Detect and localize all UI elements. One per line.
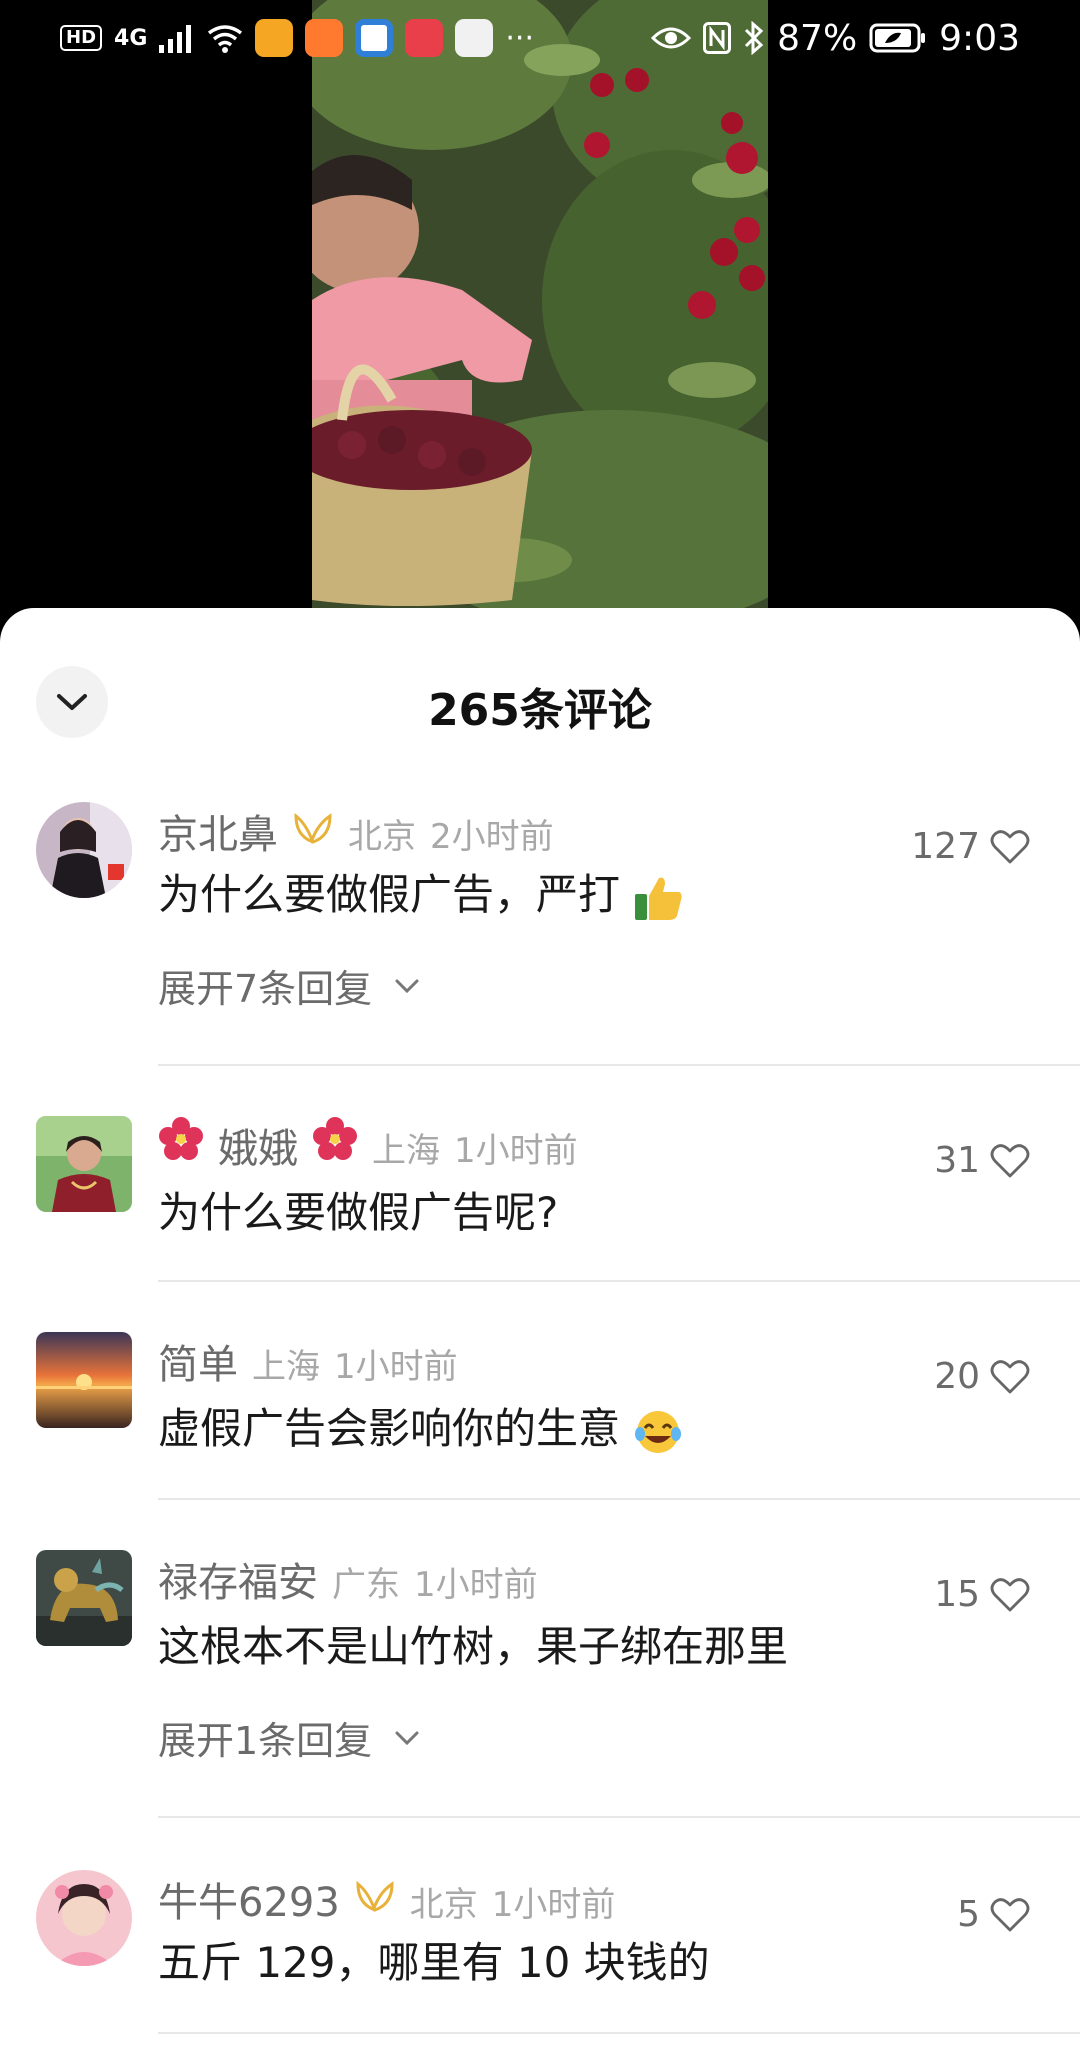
comment-text-content: 为什么要做假广告，严打: [158, 870, 621, 919]
heart-icon: [990, 1897, 1030, 1931]
like-button[interactable]: 31: [934, 1140, 1030, 1181]
battery-percent: 87%: [777, 17, 858, 59]
comment-time: 1小时前: [454, 1131, 578, 1171]
comment-text: 这根本不是山竹树，果子绑在那里: [158, 1622, 789, 1671]
hibiscus-flower-icon: [313, 1117, 357, 1160]
orange-app-icon: [305, 19, 344, 57]
comment-text-content: 虚假广告会影响你的生意: [158, 1404, 621, 1453]
signal-label: 4G: [114, 25, 148, 51]
divider: [158, 1816, 1080, 1818]
video-player[interactable]: [0, 0, 1080, 640]
like-button[interactable]: 20: [934, 1356, 1030, 1397]
status-bar: HD 4G ··· 87% 9:03: [0, 0, 1080, 76]
like-count: 5: [957, 1894, 980, 1935]
white-app-icon: [455, 19, 494, 57]
comment-username[interactable]: 禄存福安: [158, 1550, 318, 1608]
wifi-icon: [208, 25, 243, 53]
like-button[interactable]: 5: [957, 1894, 1030, 1935]
comment-username[interactable]: 简单: [158, 1332, 238, 1390]
avatar[interactable]: [36, 802, 132, 898]
comments-panel: 265条评论 京北鼻 北京 2小时前 127 为什么要做假广告，严打 展开7条回…: [0, 608, 1080, 2064]
comment-username[interactable]: 京北鼻: [158, 802, 278, 860]
comment-item: 简单 上海 1小时前 20 虚假广告会影响你的生意: [0, 1332, 1080, 1458]
signal-bars-icon: [159, 25, 192, 53]
bluetooth-icon: [745, 21, 764, 55]
comments-count-title: 265条评论: [428, 685, 652, 736]
like-count: 127: [911, 826, 980, 867]
thumbs-up-emoji-icon: [635, 877, 683, 920]
expand-replies-label: 展开7条回复: [158, 967, 373, 1011]
comment-time: 1小时前: [414, 1565, 538, 1605]
expand-replies-label: 展开1条回复: [158, 1719, 373, 1763]
comment-item: 禄存福安 广东 1小时前 15 这根本不是山竹树，果子绑在那里 展开1条回复: [0, 1550, 1080, 1765]
comment-text: 为什么要做假广告，严打: [158, 866, 1080, 924]
comment-text: 为什么要做假广告呢?: [158, 1188, 559, 1237]
divider: [158, 2032, 1080, 2034]
comment-item: 牛牛6293 北京 1小时前 5 五斤 129，哪里有 10 块钱的: [0, 1866, 1080, 1992]
comment-location: 上海: [372, 1131, 440, 1171]
laughing-crying-emoji-icon: [635, 1410, 682, 1453]
comment-location: 北京: [348, 817, 416, 857]
like-button[interactable]: 15: [934, 1574, 1030, 1615]
like-count: 31: [934, 1140, 980, 1181]
video-frame[interactable]: [312, 0, 768, 612]
avatar[interactable]: [36, 1550, 132, 1646]
eye-icon: [651, 27, 692, 49]
comment-text: 五斤 129，哪里有 10 块钱的: [158, 1938, 710, 1987]
avatar[interactable]: [36, 1332, 132, 1428]
divider: [158, 1280, 1080, 1282]
red-book-app-icon: [405, 19, 444, 57]
comment-location: 广东: [332, 1565, 400, 1605]
comment-item: 娥娥 上海 1小时前 31 为什么要做假广告呢?: [0, 1116, 1080, 1242]
divider: [158, 1498, 1080, 1500]
like-count: 15: [934, 1574, 980, 1615]
comment-time: 2小时前: [430, 817, 554, 857]
heart-icon: [990, 1143, 1030, 1177]
comment-location: 北京: [409, 1885, 478, 1925]
chevron-down-icon: [395, 979, 419, 993]
chevron-down-icon: [395, 1731, 419, 1745]
expand-replies-button[interactable]: 展开7条回复: [158, 958, 1080, 1013]
clock: 9:03: [939, 17, 1020, 59]
comment-location: 上海: [252, 1347, 320, 1387]
avatar[interactable]: [36, 1116, 132, 1212]
comment-username[interactable]: 牛牛6293: [158, 1870, 340, 1928]
gold-badge-icon: [356, 1880, 394, 1913]
comments-header: 265条评论: [0, 608, 1080, 798]
heart-icon: [990, 1359, 1030, 1393]
expand-replies-button[interactable]: 展开1条回复: [158, 1710, 1080, 1765]
hibiscus-flower-icon: [159, 1117, 203, 1160]
nfc-icon: [703, 22, 732, 54]
comment-text: 虚假广告会影响你的生意: [158, 1400, 1080, 1458]
like-button[interactable]: 127: [911, 826, 1030, 867]
heart-icon: [990, 829, 1030, 863]
more-notifications: ···: [505, 20, 534, 56]
avatar[interactable]: [36, 1870, 132, 1966]
comment-time: 1小时前: [334, 1347, 458, 1387]
like-count: 20: [934, 1356, 980, 1397]
battery-icon: [869, 23, 926, 53]
blue-app-icon: [355, 19, 394, 57]
comment-time: 1小时前: [491, 1885, 616, 1925]
comment-username[interactable]: 娥娥: [218, 1116, 298, 1174]
weibo-app-icon: [255, 19, 294, 57]
heart-icon: [990, 1577, 1030, 1611]
comment-item: 京北鼻 北京 2小时前 127 为什么要做假广告，严打 展开7条回复: [0, 798, 1080, 1013]
gold-badge-icon: [294, 812, 332, 845]
hd-network-badge: HD: [60, 25, 103, 51]
divider: [158, 1064, 1080, 1066]
